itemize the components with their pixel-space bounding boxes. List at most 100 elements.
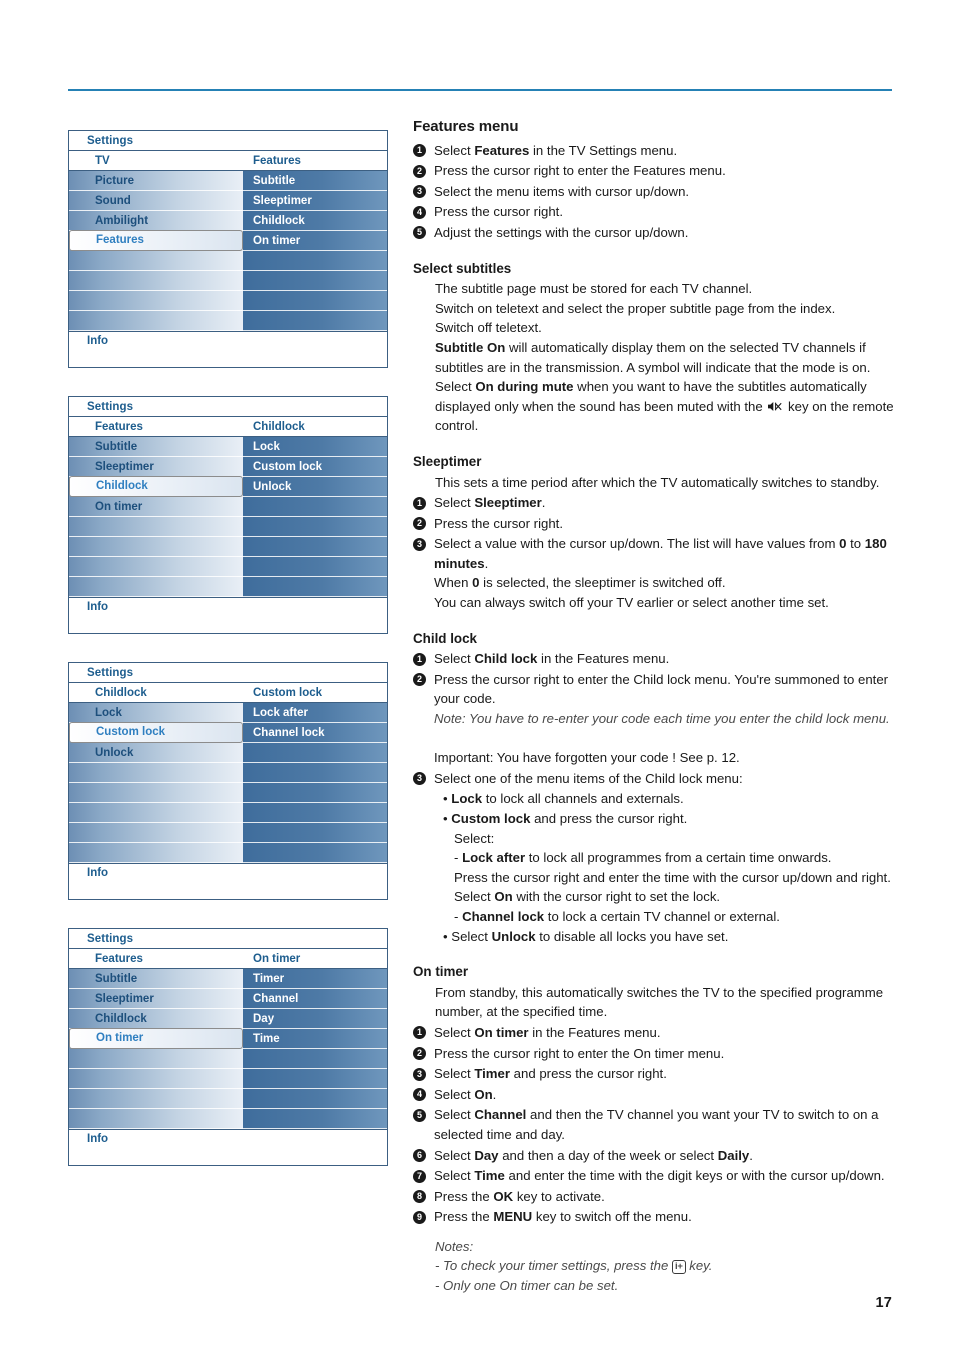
steps-features-menu: 1 Select Features in the TV Settings menu… (413, 141, 899, 243)
menu-title: Settings (69, 929, 387, 949)
instruction-step: 7 Select Time and enter the time with the… (413, 1166, 899, 1186)
menu-item[interactable]: Ambilight (69, 211, 243, 231)
menu-item-empty (69, 291, 243, 311)
menu-item-selected[interactable]: On timer (69, 1028, 243, 1049)
step-number-badge: 7 (413, 1169, 426, 1183)
menu-item[interactable]: Picture (69, 171, 243, 191)
menu-item-empty (69, 577, 243, 597)
step-number-badge: 1 (413, 652, 426, 666)
menu-item-empty (69, 537, 243, 557)
instruction-step: 2 Press the cursor right to enter the Fea… (413, 161, 899, 181)
menu-item-selected[interactable]: Childlock (69, 476, 243, 497)
menu-footer-info: Info (69, 597, 387, 633)
menu-item-empty (243, 517, 387, 537)
step-text: Select Features in the TV Settings menu. (434, 142, 678, 158)
menu-item[interactable]: Channel (243, 989, 387, 1009)
step-text: Press the cursor right to enter the Chil… (434, 671, 890, 766)
paragraph-sleeptimer-intro: This sets a time period after which the … (435, 474, 880, 490)
step-text: Press the MENU key to switch off the men… (434, 1209, 692, 1225)
menu-breadcrumb: Features On timer (69, 949, 387, 969)
step-number-badge: 6 (413, 1149, 426, 1162)
step-text: Select Timer and press the cursor right. (434, 1066, 667, 1082)
menu-item[interactable]: Time (243, 1029, 387, 1049)
step-number-badge: 5 (413, 1108, 426, 1122)
menu-item[interactable]: Lock (69, 703, 243, 723)
instruction-step: 2 Press the cursor right to enter the Chi… (413, 670, 899, 768)
menu-column-left: Subtitle Sleeptimer Childlock On timer (69, 437, 243, 597)
menu-item[interactable]: Subtitle (69, 437, 243, 457)
step-text: Adjust the settings with the cursor up/d… (434, 224, 689, 240)
menu-item-empty (243, 577, 387, 597)
menu-item[interactable]: Sleeptimer (69, 989, 243, 1009)
step-number-badge: 4 (413, 1088, 426, 1102)
menu-item-selected[interactable]: Features (69, 230, 243, 251)
menu-item[interactable]: Timer (243, 969, 387, 989)
breadcrumb-left: Features (95, 953, 143, 965)
menu-item[interactable]: Unlock (69, 743, 243, 763)
menu-item-empty (69, 251, 243, 271)
menu-column-right: Lock Custom lock Unlock (243, 437, 387, 597)
menu-breadcrumb: TV Features (69, 151, 387, 171)
section-heading-sleeptimer: Sleeptimer (413, 453, 482, 469)
step-text: Press the OK key to activate. (434, 1188, 605, 1204)
menu-column-left: Lock Custom lock Unlock (69, 703, 243, 863)
paragraph-on-timer-intro: From standby, this automatically switche… (435, 984, 884, 1020)
menu-item[interactable]: Custom lock (243, 457, 387, 477)
menu-item-empty (69, 763, 243, 783)
menu-item-empty (69, 843, 243, 863)
menu-item[interactable]: Sound (69, 191, 243, 211)
menu-item-empty (243, 843, 387, 863)
step-number-badge: 9 (413, 1210, 426, 1224)
step-number-badge: 1 (413, 144, 426, 158)
breadcrumb-right: On timer (253, 953, 301, 965)
menu-item[interactable]: Lock (243, 437, 387, 457)
menu-column-left: Subtitle Sleeptimer Childlock On timer (69, 969, 243, 1129)
menu-item[interactable]: Unlock (243, 477, 387, 497)
menu-footer-info: Info (69, 331, 387, 367)
menu-item[interactable]: Childlock (69, 1009, 243, 1029)
menu-item[interactable]: Day (243, 1009, 387, 1029)
menu-item[interactable]: Channel lock (243, 723, 387, 743)
menu-item[interactable]: Sleeptimer (243, 191, 387, 211)
menu-mockups: Settings TV Features Picture Sound Ambil… (68, 130, 388, 1194)
menu-item[interactable]: On timer (69, 497, 243, 517)
menu-item[interactable]: Sleeptimer (69, 457, 243, 477)
section-heading-select-subtitles: Select subtitles (413, 260, 512, 276)
step-text: Select Day and then a day of the week or… (434, 1147, 753, 1163)
page-number: 17 (875, 1295, 892, 1311)
section-heading-features-menu: Features menu (413, 118, 519, 135)
step-number-badge: 1 (413, 496, 426, 510)
menu-item[interactable]: Childlock (243, 211, 387, 231)
step-text: Select the menu items with cursor up/dow… (434, 183, 690, 199)
paragraph-select-subtitles: The subtitle page must be stored for eac… (435, 281, 894, 434)
menu-body: Subtitle Sleeptimer Childlock On timer T… (69, 969, 387, 1129)
step-text: Press the cursor right. (434, 515, 563, 531)
menu-item[interactable]: On timer (243, 231, 387, 251)
steps-child-lock: 1 Select Child lock in the Features menu.… (413, 649, 899, 788)
menu-item-empty (69, 783, 243, 803)
menu-item-empty (243, 537, 387, 557)
step-text: Select Sleeptimer. (434, 495, 546, 511)
menu-item[interactable]: Subtitle (243, 171, 387, 191)
menu-item-selected[interactable]: Custom lock (69, 722, 243, 743)
menu-title: Settings (69, 397, 387, 417)
menu-item-empty (243, 271, 387, 291)
instruction-step: 1 Select Sleeptimer. (413, 493, 899, 513)
steps-on-timer: 1 Select On timer in the Features menu. 2 P… (413, 1023, 899, 1227)
menu-item-empty (69, 823, 243, 843)
step-text: Select Child lock in the Features menu. (434, 651, 670, 667)
step-number-badge: 2 (413, 164, 426, 178)
instruction-step: 5 Select Channel and then the TV channel … (413, 1105, 899, 1144)
tv-menu-mockup: Settings Features Childlock Subtitle Sle… (68, 396, 388, 634)
breadcrumb-right: Custom lock (253, 687, 323, 699)
menu-item[interactable]: Lock after (243, 703, 387, 723)
step-number-badge: 3 (413, 772, 426, 786)
step-number-badge: 3 (413, 1067, 426, 1081)
menu-body: Subtitle Sleeptimer Childlock On timer L… (69, 437, 387, 597)
menu-item[interactable]: Subtitle (69, 969, 243, 989)
step-number-badge: 2 (413, 517, 426, 531)
menu-title: Settings (69, 663, 387, 683)
breadcrumb-left: TV (95, 155, 110, 167)
menu-item-empty (243, 251, 387, 271)
menu-column-right: Subtitle Sleeptimer Childlock On timer (243, 171, 387, 331)
